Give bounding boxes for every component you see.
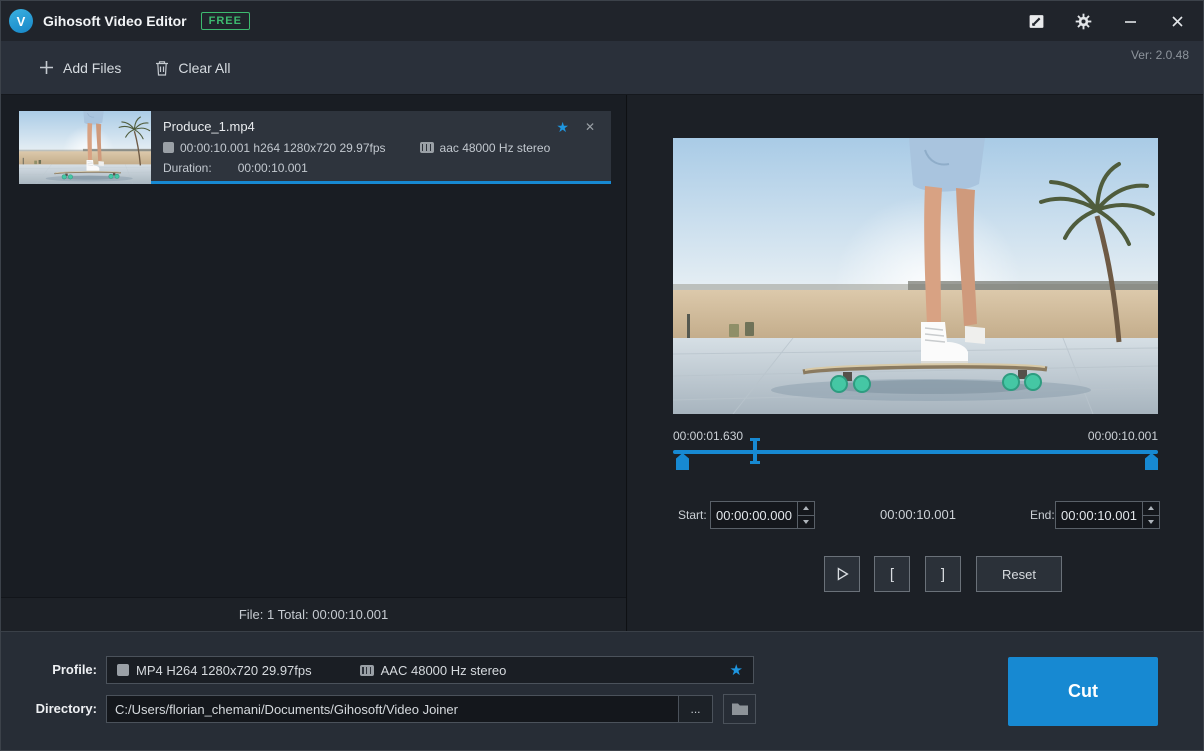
directory-label: Directory: xyxy=(1,695,97,723)
play-button[interactable] xyxy=(824,556,860,592)
mark-out-button[interactable]: ] xyxy=(925,556,961,592)
play-icon xyxy=(833,565,851,583)
open-folder-button[interactable] xyxy=(723,694,756,724)
arrow-up-icon xyxy=(803,506,809,510)
profile-video-info: MP4 H264 1280x720 29.97fps xyxy=(136,663,312,678)
gear-icon xyxy=(1075,13,1092,30)
clear-all-button[interactable]: Clear All xyxy=(155,60,230,76)
toolbar: Add Files Clear All Ver: 2.0.48 xyxy=(1,41,1203,95)
audio-stream-icon xyxy=(360,665,374,676)
app-title: Gihosoft Video Editor xyxy=(43,13,187,29)
favorite-star-icon[interactable]: ★ xyxy=(556,120,569,134)
trim-start-handle[interactable] xyxy=(676,453,689,470)
profile-star-icon[interactable]: ★ xyxy=(730,663,743,678)
folder-icon xyxy=(731,702,749,716)
app-logo-icon: V xyxy=(9,9,33,33)
title-bar: V Gihosoft Video Editor FREE xyxy=(1,1,1203,41)
video-info: 00:00:10.001 h264 1280x720 29.97fps xyxy=(180,141,386,155)
free-badge: FREE xyxy=(201,12,250,30)
feedback-button[interactable] xyxy=(1026,11,1046,31)
feedback-icon xyxy=(1028,13,1045,30)
profile-audio-info: AAC 48000 Hz stereo xyxy=(381,663,507,678)
file-list-item[interactable]: Produce_1.mp4 ★ ✕ 00:00:10.001 h264 1280… xyxy=(19,111,611,184)
start-time-spinbox xyxy=(710,501,815,529)
file-info: Produce_1.mp4 ★ ✕ 00:00:10.001 h264 1280… xyxy=(151,111,611,181)
arrow-down-icon xyxy=(803,520,809,524)
trash-icon xyxy=(155,60,169,76)
close-button[interactable] xyxy=(1167,11,1187,31)
end-spin-up-button[interactable] xyxy=(1143,502,1159,515)
close-icon xyxy=(1171,15,1184,28)
output-bar: Profile: MP4 H264 1280x720 29.97fps AAC … xyxy=(1,631,1203,751)
app-window: V Gihosoft Video Editor FREE xyxy=(0,0,1204,751)
cut-button[interactable]: Cut xyxy=(1008,657,1158,726)
minimize-button[interactable] xyxy=(1120,11,1140,31)
end-time-input[interactable] xyxy=(1056,502,1142,528)
start-spin-up-button[interactable] xyxy=(798,502,814,515)
file-name: Produce_1.mp4 xyxy=(163,119,255,134)
trim-row: Start: 00:00:10.001 End: xyxy=(628,501,1204,529)
end-time-spinbox xyxy=(1055,501,1160,529)
duration-value: 00:00:10.001 xyxy=(238,161,308,175)
total-duration-value: 00:00:10.001 xyxy=(858,501,978,529)
mark-in-button[interactable]: [ xyxy=(874,556,910,592)
timeline-position-time: 00:00:01.630 xyxy=(673,429,743,443)
control-row: [ ] Reset xyxy=(628,556,1204,592)
playhead[interactable] xyxy=(750,438,760,464)
profile-label: Profile: xyxy=(1,656,97,684)
file-list-summary: File: 1 Total: 00:00:10.001 xyxy=(1,597,626,631)
preview-panel: 00:00:01.630 00:00:10.001 Start: 00:00:1… xyxy=(628,95,1204,631)
timeline-duration-time: 00:00:10.001 xyxy=(1088,429,1158,443)
plus-icon xyxy=(39,60,54,75)
video-stream-icon xyxy=(117,664,129,676)
clear-all-label: Clear All xyxy=(178,60,230,76)
duration-label: Duration: xyxy=(163,161,212,175)
browse-button[interactable]: ... xyxy=(678,695,713,723)
trim-end-handle[interactable] xyxy=(1145,453,1158,470)
profile-selector[interactable]: MP4 H264 1280x720 29.97fps AAC 48000 Hz … xyxy=(106,656,754,684)
add-files-button[interactable]: Add Files xyxy=(39,60,121,76)
audio-stream-icon xyxy=(420,142,434,153)
video-preview xyxy=(673,138,1158,414)
start-time-input[interactable] xyxy=(711,502,797,528)
start-spin-down-button[interactable] xyxy=(798,515,814,529)
audio-info: aac 48000 Hz stereo xyxy=(440,141,551,155)
end-spin-down-button[interactable] xyxy=(1143,515,1159,529)
arrow-up-icon xyxy=(1148,506,1154,510)
directory-path-input[interactable] xyxy=(106,695,679,723)
video-stream-icon xyxy=(163,142,174,153)
settings-button[interactable] xyxy=(1073,11,1093,31)
version-text: Ver: 2.0.48 xyxy=(1131,48,1189,62)
add-files-label: Add Files xyxy=(63,60,121,76)
file-thumbnail xyxy=(19,111,151,184)
reset-button[interactable]: Reset xyxy=(976,556,1062,592)
minimize-icon xyxy=(1124,15,1137,28)
file-list-panel: Produce_1.mp4 ★ ✕ 00:00:10.001 h264 1280… xyxy=(1,95,627,631)
arrow-down-icon xyxy=(1148,520,1154,524)
timeline-track[interactable] xyxy=(673,450,1158,454)
remove-item-icon[interactable]: ✕ xyxy=(585,121,595,133)
start-label: Start: xyxy=(678,501,707,529)
end-label: End: xyxy=(1030,501,1055,529)
